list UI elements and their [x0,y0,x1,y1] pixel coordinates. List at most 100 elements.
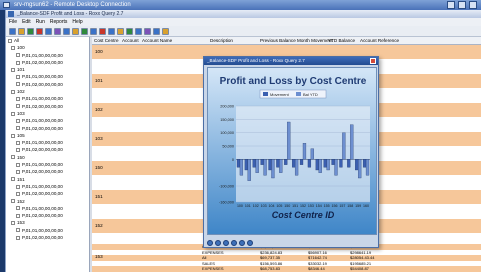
toolbar-button-icon[interactable] [81,27,88,35]
expander-icon[interactable] [16,126,20,131]
expander-icon[interactable] [11,133,15,138]
expander-icon[interactable] [11,111,15,116]
table-row[interactable] [92,266,481,272]
expander-icon[interactable] [16,148,20,153]
expander-icon[interactable] [8,38,12,43]
expander-icon[interactable] [16,213,20,218]
toolbar-button-icon[interactable] [117,27,124,35]
first-icon[interactable] [207,239,213,246]
close-icon[interactable] [469,1,477,9]
toolbar-button-icon[interactable] [36,27,43,35]
menu-file[interactable]: File [9,18,17,26]
tree-leaf[interactable]: P,01,01,00,00,00,00 [6,95,89,102]
tree-group[interactable]: 105 [6,132,89,139]
toolbar-button-icon[interactable] [9,27,16,35]
tree-leaf[interactable]: P,01,02,00,00,00,00 [6,190,89,197]
column-header[interactable]: Description [210,37,233,45]
toolbar-button-icon[interactable] [135,27,142,35]
toolbar-button-icon[interactable] [54,27,61,35]
expander-icon[interactable] [11,199,15,204]
expander-icon[interactable] [16,82,20,87]
menu-run[interactable]: Run [36,18,45,26]
tree-leaf[interactable]: P,01,02,00,00,00,00 [6,234,89,241]
tree-group[interactable]: 151 [6,176,89,183]
tree-group[interactable]: 102 [6,88,89,95]
expander-icon[interactable] [16,228,20,233]
tree-leaf[interactable]: P,01,01,00,00,00,00 [6,205,89,212]
tree-group[interactable]: 101 [6,66,89,73]
expander-icon[interactable] [11,177,15,182]
expander-icon[interactable] [11,45,15,50]
toolbar-button-icon[interactable] [99,27,106,35]
toolbar-button-icon[interactable] [108,27,115,35]
tree-group[interactable]: 153 [6,219,89,226]
toolbar-button-icon[interactable] [144,27,151,35]
expander-icon[interactable] [16,75,20,80]
toolbar-button-icon[interactable] [18,27,25,35]
remote-desktop-titlebar[interactable]: srv-mgsun62 - Remote Desktop Connection [0,0,481,10]
tree-leaf[interactable]: P,01,01,00,00,00,00 [6,73,89,80]
expander-icon[interactable] [16,140,20,145]
last-icon[interactable] [231,239,237,246]
column-header[interactable]: Account [122,37,139,45]
tree-leaf[interactable]: P,01,01,00,00,00,00 [6,139,89,146]
help-icon[interactable] [247,239,253,246]
expander-icon[interactable] [11,221,15,226]
toolbar-button-icon[interactable] [162,27,169,35]
column-header[interactable]: Account Reference [360,37,399,45]
expander-icon[interactable] [16,53,20,58]
tree-leaf[interactable]: P,01,01,00,00,00,00 [6,161,89,168]
tree-leaf[interactable]: P,01,02,00,00,00,00 [6,212,89,219]
prev-icon[interactable] [215,239,221,246]
maximize-icon[interactable] [458,1,466,9]
tree-leaf[interactable]: P,01,01,00,00,00,00 [6,117,89,124]
tree-root[interactable]: All [6,37,89,44]
next-icon[interactable] [223,239,229,246]
menu-edit[interactable]: Edit [22,18,31,26]
toolbar-button-icon[interactable] [27,27,34,35]
expander-icon[interactable] [16,235,20,240]
column-header[interactable]: Cost Centre [94,37,119,45]
tree-group[interactable]: 150 [6,154,89,161]
expander-icon[interactable] [16,191,20,196]
tree-leaf[interactable]: P,01,01,00,00,00,00 [6,183,89,190]
tree-leaf[interactable]: P,01,02,00,00,00,00 [6,103,89,110]
minimize-icon[interactable] [447,1,455,9]
chart-window-titlebar[interactable]: _Balance-SDF Profit and Loss - Roxx Quer… [204,57,378,65]
close-icon[interactable] [370,58,376,64]
expander-icon[interactable] [16,184,20,189]
toolbar-button-icon[interactable] [63,27,70,35]
expander-icon[interactable] [16,206,20,211]
expander-icon[interactable] [16,104,20,109]
tree-group[interactable]: 103 [6,110,89,117]
menu-reports[interactable]: Reports [50,18,68,26]
expander-icon[interactable] [11,67,15,72]
expander-icon[interactable] [16,118,20,123]
tree-leaf[interactable]: P,01,02,00,00,00,00 [6,81,89,88]
app-titlebar[interactable]: _Balance-SDF Profit and Loss - Roxx Quer… [6,10,481,18]
tree-leaf[interactable]: P,01,02,00,00,00,00 [6,125,89,132]
toolbar-button-icon[interactable] [90,27,97,35]
print-icon[interactable] [239,239,245,246]
toolbar-button-icon[interactable] [126,27,133,35]
expander-icon[interactable] [11,155,15,160]
expander-icon[interactable] [16,162,20,167]
toolbar-button-icon[interactable] [72,27,79,35]
expander-icon[interactable] [16,169,20,174]
toolbar-button-icon[interactable] [153,27,160,35]
expander-icon[interactable] [16,97,20,102]
expander-icon[interactable] [11,89,15,94]
column-header[interactable]: Previous Balance Month Movement [260,37,333,45]
toolbar-button-icon[interactable] [45,27,52,35]
menu-help[interactable]: Help [72,18,82,26]
column-header[interactable]: Account Name [142,37,172,45]
tree-group[interactable]: 100 [6,44,89,51]
tree-leaf[interactable]: P,01,01,00,00,00,00 [6,52,89,59]
tree-leaf[interactable]: P,01,02,00,00,00,00 [6,168,89,175]
column-header[interactable]: YTD Balance [328,37,355,45]
tree-leaf[interactable]: P,01,02,00,00,00,00 [6,59,89,66]
tree-group[interactable]: 152 [6,198,89,205]
tree-leaf[interactable]: P,01,02,00,00,00,00 [6,146,89,153]
expander-icon[interactable] [16,60,20,65]
tree-leaf[interactable]: P,01,01,00,00,00,00 [6,227,89,234]
